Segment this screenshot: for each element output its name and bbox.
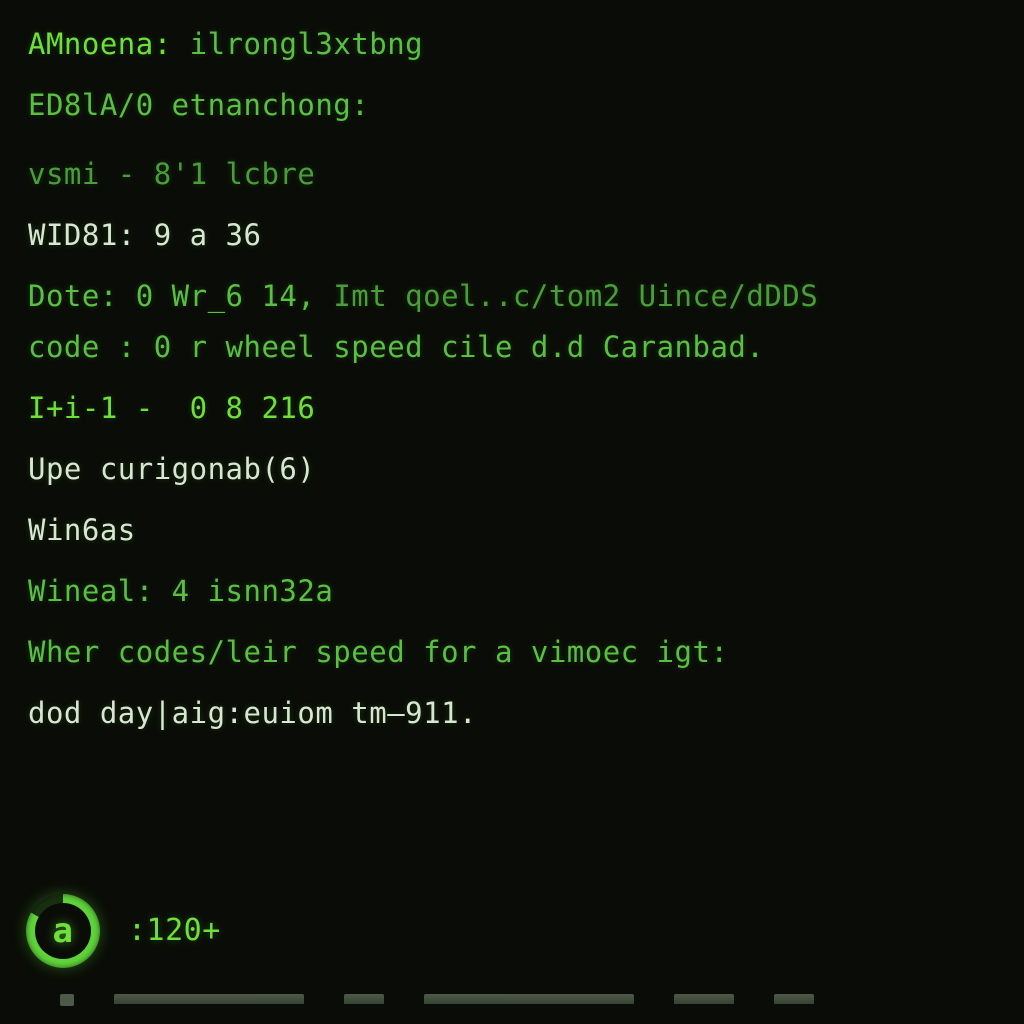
terminal-text: Win6as — [28, 513, 136, 547]
terminal-line: Dote: 0 Wr_6 14, Imt qoel..c/tom2 Uince/… — [28, 282, 996, 311]
progress-ring-icon: a — [26, 894, 100, 968]
terminal-line: Wher codes/leir speed for a vimoec igt: — [28, 638, 996, 667]
terminal-text: vsmi - 8'1 lcbre — [28, 157, 315, 191]
status-badge-row: a :120+ — [26, 894, 221, 968]
terminal-line: Wineal: 4 isnn32a — [28, 577, 996, 606]
terminal-line: vsmi - 8'1 lcbre — [28, 160, 996, 189]
bottom-bar-segment — [114, 994, 304, 1004]
terminal-line: AMnoena: ilrongl3xtbng — [28, 30, 996, 59]
terminal-text: Dote: 0 Wr_6 14, — [28, 279, 315, 313]
terminal-line: ED8lA/0 etnanchong: — [28, 91, 996, 120]
terminal-text: ED8lA/0 etnanchong: — [28, 88, 369, 122]
terminal-line: Win6as — [28, 516, 996, 545]
bottom-bar-segment — [344, 994, 384, 1004]
terminal-text: Wineal: 4 isnn32a — [28, 574, 333, 608]
terminal-text: Imt qoel..c/tom2 Uince/dDDS — [315, 279, 818, 313]
bottom-bar-segment — [774, 994, 814, 1004]
terminal-text: Upe curigonab(6) — [28, 452, 315, 486]
bottom-bar — [0, 994, 1024, 1024]
terminal-line: I+i-1 - 0 8 216 — [28, 394, 996, 423]
badge-value: :120+ — [128, 916, 221, 946]
terminal-text: dod day|aig:euiom tm—911. — [28, 696, 477, 730]
bottom-bar-segment — [60, 994, 74, 1006]
terminal-text: I+i-1 - 0 8 216 — [28, 391, 315, 425]
badge-glyph: a — [53, 914, 74, 948]
terminal-text: code : 0 r wheel speed cile d.d Caranbad… — [28, 330, 764, 364]
terminal-line: Upe curigonab(6) — [28, 455, 996, 484]
terminal-text: AMnoena: — [28, 27, 190, 61]
bottom-bar-segment — [674, 994, 734, 1004]
terminal-text: WID81: 9 a 36 — [28, 218, 261, 252]
terminal-output: AMnoena: ilrongl3xtbng ED8lA/0 etnanchong… — [28, 30, 996, 728]
terminal-line: code : 0 r wheel speed cile d.d Caranbad… — [28, 333, 996, 362]
bottom-bar-segment — [424, 994, 634, 1004]
terminal-text: ilrongl3xtbng — [190, 27, 423, 61]
terminal-line: dod day|aig:euiom tm—911. — [28, 699, 996, 728]
terminal-text: Wher codes/leir speed for a vimoec igt: — [28, 635, 728, 669]
terminal-line: WID81: 9 a 36 — [28, 221, 996, 250]
